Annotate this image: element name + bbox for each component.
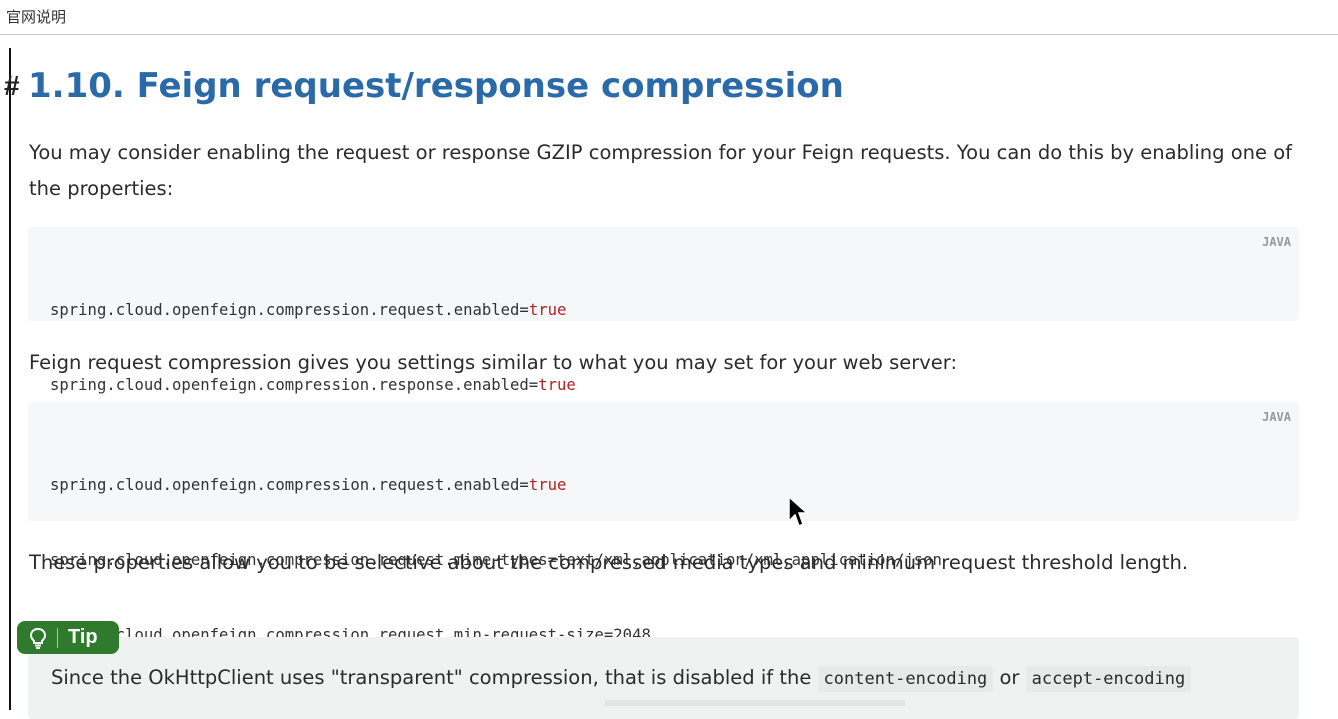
window-title: 官网说明 (6, 8, 67, 26)
inline-code: accept-encoding (1025, 666, 1192, 692)
left-border-line (9, 48, 11, 710)
inline-code: content-encoding (817, 666, 994, 692)
code-line: spring.cloud.openfeign.compression.reque… (50, 301, 567, 319)
mouse-cursor-icon (788, 495, 809, 528)
after-paragraph: These properties allow you to be selecti… (29, 551, 1189, 574)
partial-inline-code-highlight (605, 700, 905, 706)
lightbulb-icon (29, 627, 47, 649)
tip-badge: Tip (17, 621, 119, 654)
code-block-settings: JAVA spring.cloud.openfeign.compression.… (28, 402, 1299, 644)
intro-paragraph: You may consider enabling the request or… (29, 141, 1292, 200)
tip-separator (57, 627, 58, 648)
heading-anchor-link[interactable]: # (4, 70, 20, 102)
code-language-label: JAVA (1262, 235, 1291, 249)
window-title-bar: 官网说明 (0, 0, 1338, 35)
tip-label: Tip (68, 626, 98, 648)
code-language-label: JAVA (1262, 410, 1291, 424)
tip-text: Since the OkHttpClient uses "transparent… (51, 660, 1192, 697)
code-block-properties: JAVA spring.cloud.openfeign.compression.… (28, 227, 1299, 394)
middle-paragraph: Feign request compression gives you sett… (29, 351, 958, 374)
section-heading: 1.10. Feign request/response compression (28, 66, 844, 106)
